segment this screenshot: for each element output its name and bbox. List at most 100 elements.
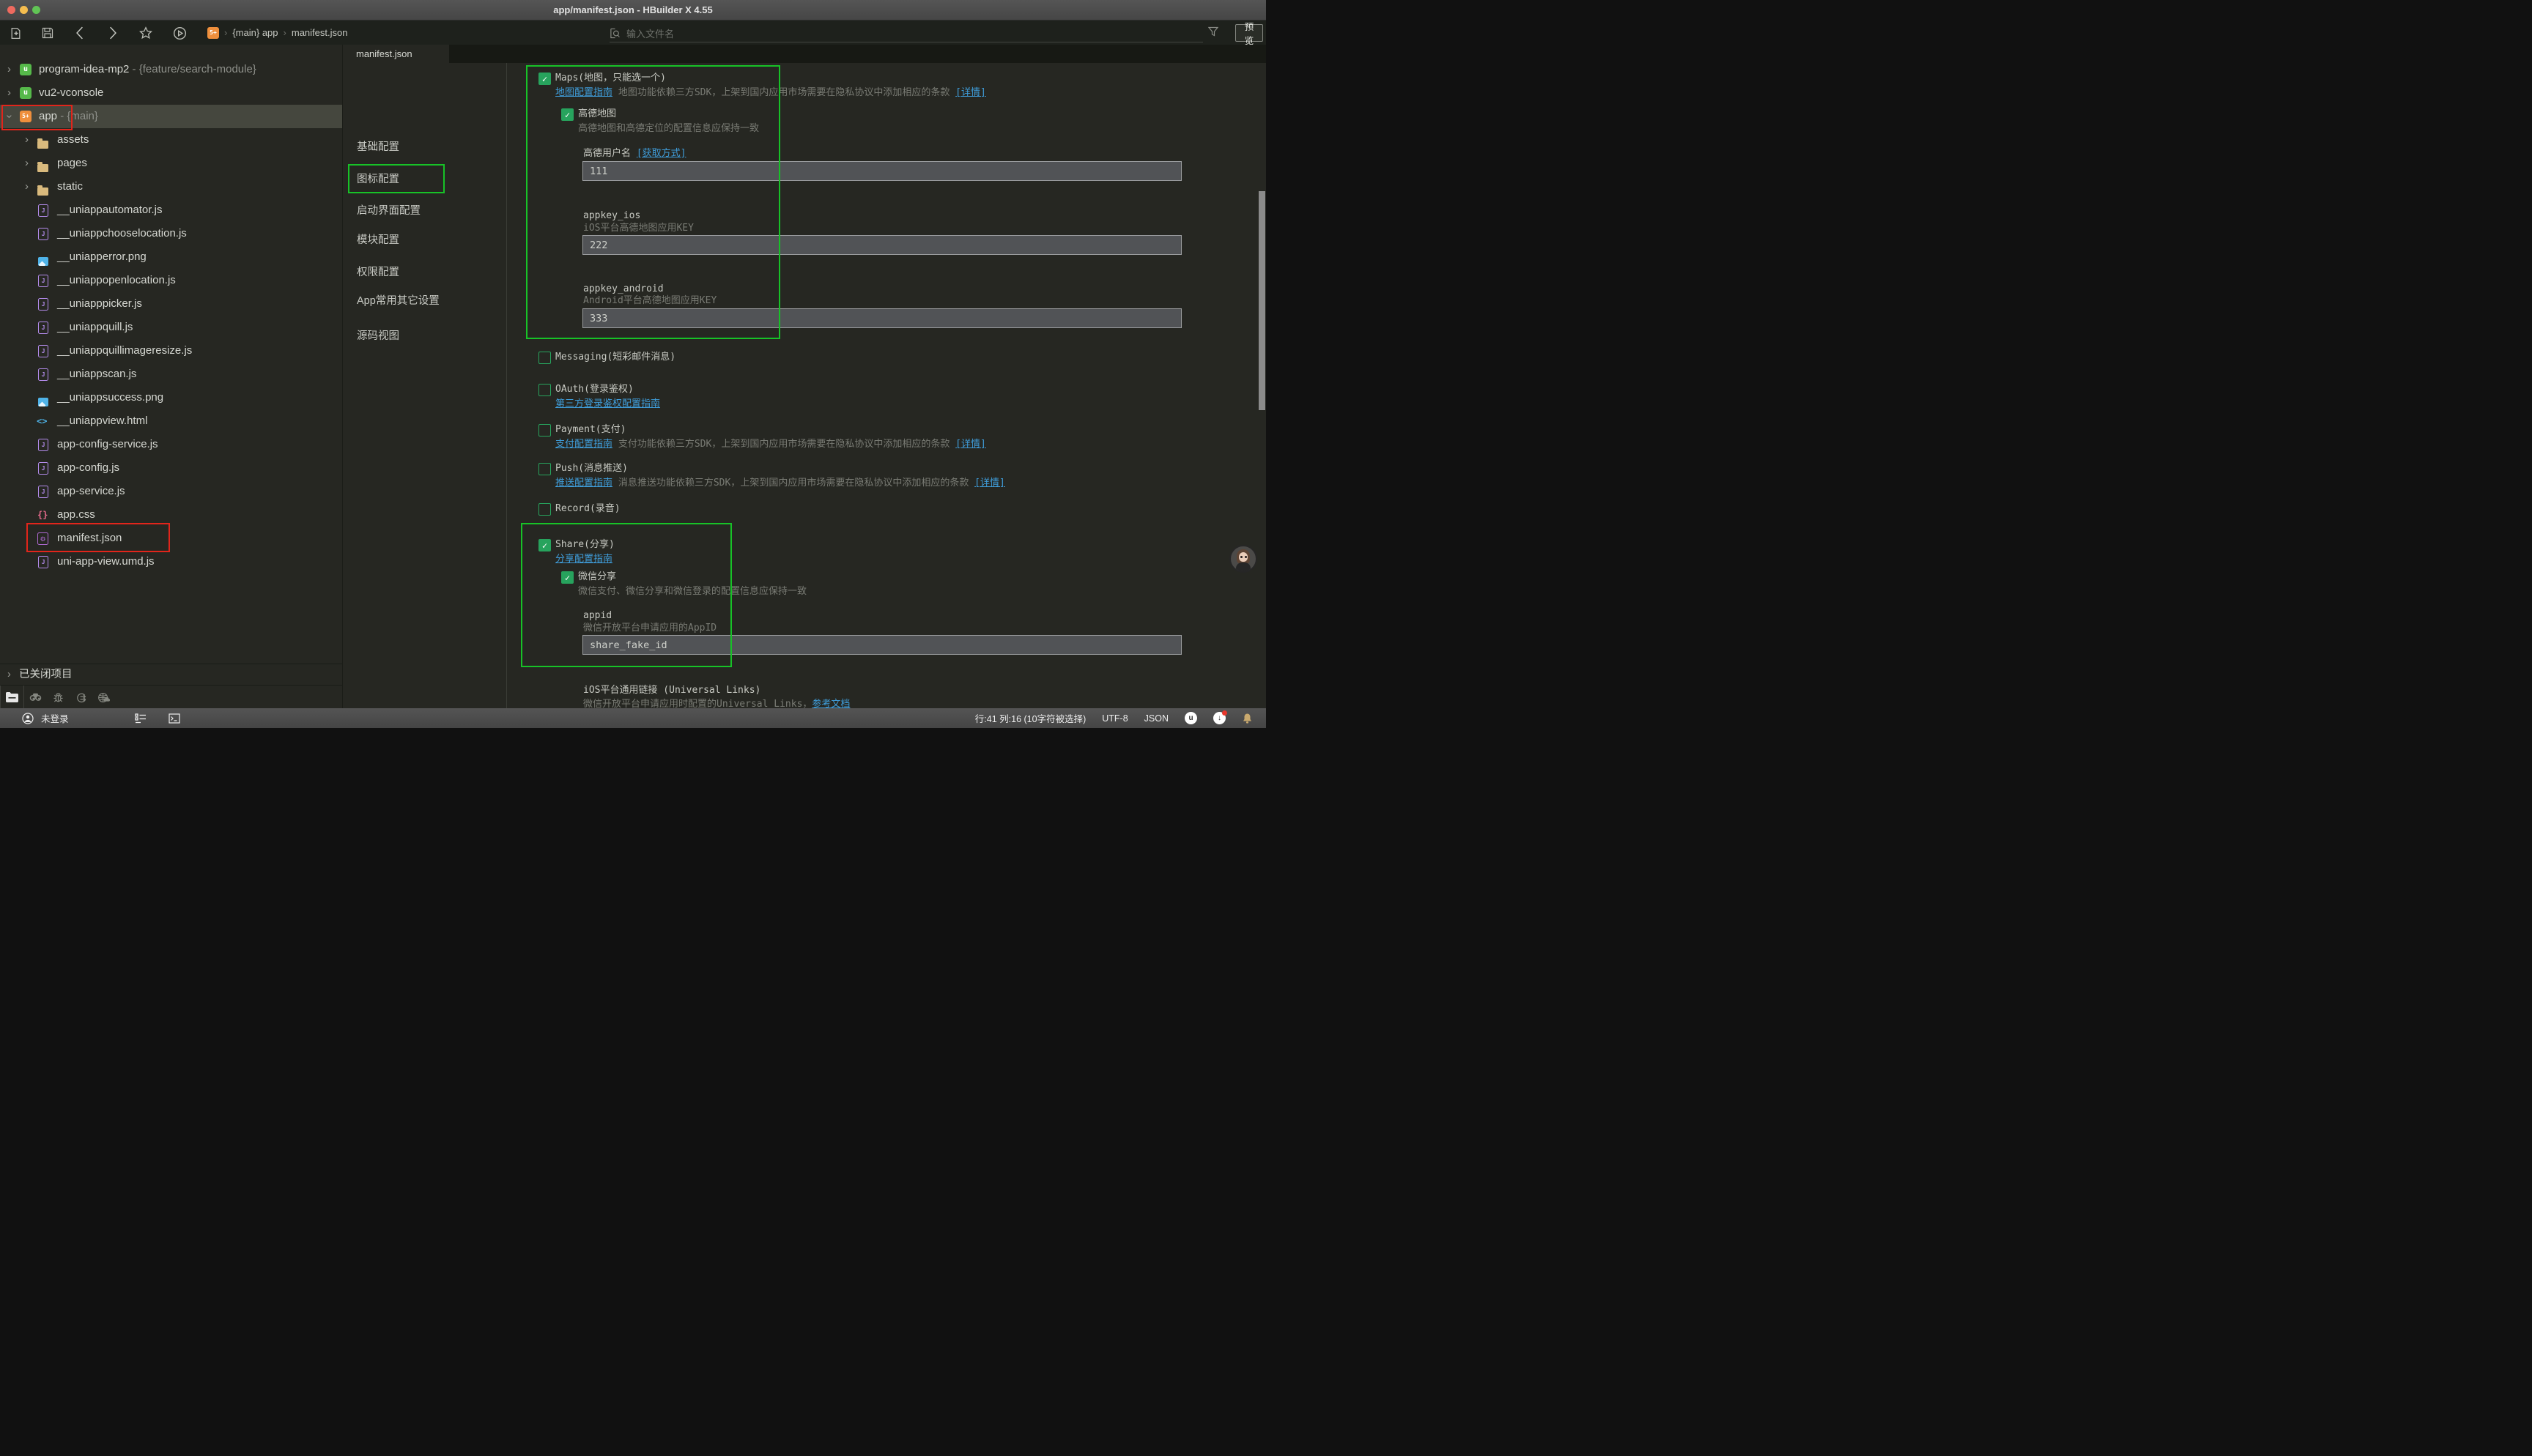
- checkbox-record[interactable]: [538, 503, 551, 516]
- tree-row-file[interactable]: __uniappscan.js: [0, 363, 342, 386]
- checkbox-amap[interactable]: [561, 108, 574, 121]
- tree-row-file-manifest[interactable]: manifest.json: [0, 527, 342, 550]
- tree-row-file[interactable]: __uniappquillimageresize.js: [0, 339, 342, 363]
- tab-debug-icon[interactable]: [47, 686, 70, 709]
- nav-item-app-other-settings[interactable]: App常用其它设置: [357, 293, 440, 309]
- payment-detail-link[interactable]: [详情]: [955, 439, 986, 450]
- nav-item-icon-config[interactable]: 图标配置: [357, 171, 399, 187]
- push-detail-link[interactable]: [详情]: [974, 478, 1005, 489]
- checkbox-wechat-share[interactable]: [561, 571, 574, 584]
- encoding-label[interactable]: UTF-8: [1102, 713, 1128, 724]
- checkbox-messaging[interactable]: [538, 352, 551, 364]
- tree-row-file[interactable]: __uniappview.html: [0, 409, 342, 433]
- nav-item-source-view[interactable]: 源码视图: [357, 328, 399, 344]
- checkbox-oauth[interactable]: [538, 384, 551, 396]
- checkbox-maps[interactable]: [538, 73, 551, 85]
- folder-name: pages: [57, 152, 87, 175]
- appkey-ios-input[interactable]: [582, 235, 1182, 255]
- appkey-android-label: appkey_android: [583, 283, 664, 294]
- tree-row-project[interactable]: › program-idea-mp2 - {feature/search-mod…: [0, 58, 342, 81]
- tree-row-file[interactable]: uni-app-view.umd.js: [0, 550, 342, 573]
- checkbox-push[interactable]: [538, 463, 551, 475]
- module-label-messaging: Messaging(短彩邮件消息): [555, 352, 675, 363]
- preview-button[interactable]: 预览: [1235, 24, 1263, 42]
- task-list-icon[interactable]: [135, 713, 147, 724]
- notification-bell-icon[interactable]: [1242, 713, 1253, 724]
- js-file-icon: [38, 368, 48, 381]
- chevron-right-icon[interactable]: ›: [7, 81, 11, 105]
- search-placeholder: 输入文件名: [626, 26, 674, 40]
- appkey-android-input[interactable]: [582, 308, 1182, 328]
- login-status-label[interactable]: 未登录: [41, 711, 69, 725]
- navigate-back-icon[interactable]: [70, 23, 89, 42]
- chevron-right-icon[interactable]: ›: [25, 152, 29, 175]
- tree-row-file[interactable]: app-config-service.js: [0, 433, 342, 456]
- amap-user-howto-link[interactable]: [获取方式]: [637, 148, 686, 159]
- breadcrumb-project[interactable]: {main} app: [232, 27, 278, 38]
- tree-row-file[interactable]: __uniappchooselocation.js: [0, 222, 342, 245]
- share-guide-link[interactable]: 分享配置指南: [555, 554, 612, 565]
- tree-row-file[interactable]: app-service.js: [0, 480, 342, 503]
- chevron-right-icon: ›: [7, 664, 11, 685]
- file-search-field[interactable]: 输入文件名: [610, 24, 1203, 42]
- nav-item-permission-config[interactable]: 权限配置: [357, 264, 399, 281]
- tree-row-folder[interactable]: › pages: [0, 152, 342, 175]
- tree-row-file[interactable]: __uniappquill.js: [0, 316, 342, 339]
- amap-username-input[interactable]: [582, 161, 1182, 181]
- tree-row-folder[interactable]: › assets: [0, 128, 342, 152]
- language-mode-label[interactable]: JSON: [1144, 713, 1169, 724]
- tree-row-project[interactable]: › vu2-vconsole: [0, 81, 342, 105]
- nav-item-basic-config[interactable]: 基础配置: [357, 139, 399, 155]
- terminal-icon[interactable]: [169, 713, 180, 724]
- vertical-scrollbar-thumb[interactable]: [1259, 191, 1265, 410]
- manifest-config-nav: 基础配置 图标配置 启动界面配置 模块配置 权限配置 App常用其它设置 源码视…: [343, 63, 507, 708]
- save-icon[interactable]: [38, 23, 57, 42]
- tree-row-project-selected[interactable]: › app - {main}: [0, 105, 342, 128]
- checkbox-payment[interactable]: [538, 424, 551, 437]
- user-account-icon[interactable]: [22, 713, 34, 724]
- payment-guide-link[interactable]: 支付配置指南: [555, 439, 612, 450]
- file-name: __uniappautomator.js: [57, 198, 162, 222]
- share-appid-input[interactable]: [582, 635, 1182, 655]
- tab-search-icon[interactable]: [24, 686, 47, 709]
- tab-manifest-json[interactable]: manifest.json: [343, 45, 449, 63]
- navigate-forward-icon[interactable]: [103, 23, 122, 42]
- feedback-icon[interactable]: u: [1185, 712, 1197, 724]
- tree-row-file[interactable]: app.css: [0, 503, 342, 527]
- module-label-maps: Maps(地图，只能选一个): [555, 73, 666, 83]
- maps-guide-link[interactable]: 地图配置指南: [555, 87, 612, 98]
- push-guide-link[interactable]: 推送配置指南: [555, 478, 612, 489]
- tree-row-file[interactable]: __uniappopenlocation.js: [0, 269, 342, 292]
- nav-item-module-config[interactable]: 模块配置: [357, 232, 399, 248]
- tree-row-file[interactable]: __uniappsuccess.png: [0, 386, 342, 409]
- checkbox-share[interactable]: [538, 539, 551, 551]
- chevron-right-icon[interactable]: ›: [25, 128, 29, 152]
- tree-row-folder[interactable]: › static: [0, 175, 342, 198]
- chevron-right-icon[interactable]: ›: [25, 175, 29, 198]
- bookmark-star-icon[interactable]: [136, 23, 155, 42]
- window-title: app/manifest.json - HBuilder X 4.55: [0, 0, 1266, 20]
- maps-detail-link[interactable]: [详情]: [955, 87, 986, 98]
- chevron-down-icon[interactable]: ›: [0, 115, 21, 119]
- oauth-guide-link[interactable]: 第三方登录鉴权配置指南: [555, 398, 660, 409]
- filter-funnel-icon[interactable]: [1208, 26, 1218, 39]
- new-file-icon[interactable]: [6, 23, 25, 42]
- tree-row-file[interactable]: __uniapperror.png: [0, 245, 342, 269]
- update-download-icon[interactable]: ↓: [1213, 712, 1226, 724]
- nav-item-splash-config[interactable]: 启动界面配置: [357, 203, 421, 219]
- assistant-avatar[interactable]: [1229, 545, 1257, 573]
- cursor-position-label[interactable]: 行:41 列:16 (10字符被选择): [975, 711, 1086, 725]
- breadcrumb-separator: ›: [224, 27, 227, 38]
- breadcrumb-file[interactable]: manifest.json: [292, 27, 348, 38]
- tree-row-file[interactable]: __uniappautomator.js: [0, 198, 342, 222]
- closed-projects-row[interactable]: › 已关闭项目: [0, 664, 342, 685]
- avatar-eye: [1245, 556, 1247, 558]
- tree-row-file[interactable]: app-config.js: [0, 456, 342, 480]
- tab-web-cloud-icon[interactable]: [92, 686, 115, 709]
- share-appid-label: appid: [583, 610, 612, 621]
- tab-files-icon[interactable]: [0, 686, 24, 709]
- tree-row-file[interactable]: __uniapppicker.js: [0, 292, 342, 316]
- chevron-right-icon[interactable]: ›: [7, 58, 11, 81]
- run-icon[interactable]: [170, 23, 189, 42]
- tab-sync-icon[interactable]: [70, 686, 92, 709]
